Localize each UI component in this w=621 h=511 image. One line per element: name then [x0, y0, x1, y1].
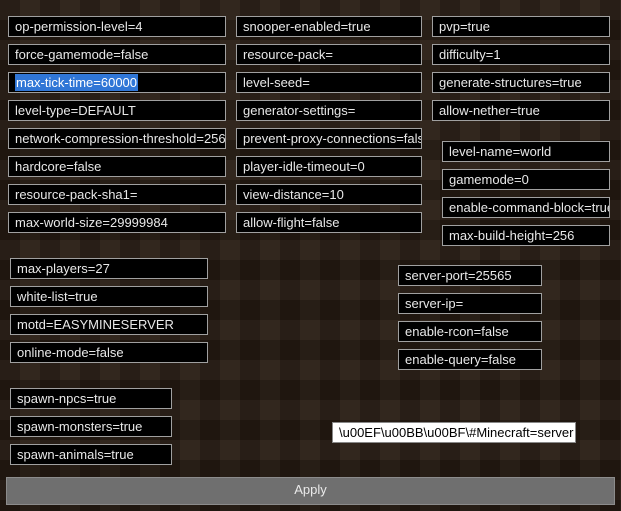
field-enable-query[interactable]: enable-query=false — [398, 349, 542, 370]
field-allow-flight[interactable]: allow-flight=false — [236, 212, 422, 233]
apply-button[interactable]: Apply — [6, 477, 615, 505]
field-hardcore[interactable]: hardcore=false — [8, 156, 226, 177]
field-allow-nether[interactable]: allow-nether=true — [432, 100, 610, 121]
field-snooper-enabled[interactable]: snooper-enabled=true — [236, 16, 422, 37]
field-online-mode[interactable]: online-mode=false — [10, 342, 208, 363]
field-spawn-npcs[interactable]: spawn-npcs=true — [10, 388, 172, 409]
field-pvp[interactable]: pvp=true — [432, 16, 610, 37]
field-white-list[interactable]: white-list=true — [10, 286, 208, 307]
field-raw-header[interactable]: \u00EF\u00BB\u00BF\#Minecraft=server prc — [332, 422, 576, 443]
field-max-players[interactable]: max-players=27 — [10, 258, 208, 279]
field-server-port[interactable]: server-port=25565 — [398, 265, 542, 286]
field-server-ip[interactable]: server-ip= — [398, 293, 542, 314]
field-max-tick-time[interactable]: max-tick-time=60000 — [8, 72, 226, 93]
field-spawn-monsters[interactable]: spawn-monsters=true — [10, 416, 172, 437]
field-level-type[interactable]: level-type=DEFAULT — [8, 100, 226, 121]
field-max-world-size[interactable]: max-world-size=29999984 — [8, 212, 226, 233]
field-network-compression-threshold[interactable]: network-compression-threshold=256 — [8, 128, 226, 149]
field-prevent-proxy-connections[interactable]: prevent-proxy-connections=fals — [236, 128, 422, 149]
field-generator-settings[interactable]: generator-settings= — [236, 100, 422, 121]
field-force-gamemode[interactable]: force-gamemode=false — [8, 44, 226, 65]
field-op-permission-level[interactable]: op-permission-level=4 — [8, 16, 226, 37]
field-level-seed[interactable]: level-seed= — [236, 72, 422, 93]
field-difficulty[interactable]: difficulty=1 — [432, 44, 610, 65]
field-enable-command-block[interactable]: enable-command-block=true — [442, 197, 610, 218]
field-spawn-animals[interactable]: spawn-animals=true — [10, 444, 172, 465]
field-max-build-height[interactable]: max-build-height=256 — [442, 225, 610, 246]
field-motd[interactable]: motd=EASYMINESERVER — [10, 314, 208, 335]
field-resource-pack[interactable]: resource-pack= — [236, 44, 422, 65]
field-gamemode[interactable]: gamemode=0 — [442, 169, 610, 190]
field-level-name[interactable]: level-name=world — [442, 141, 610, 162]
field-player-idle-timeout[interactable]: player-idle-timeout=0 — [236, 156, 422, 177]
field-resource-pack-sha1[interactable]: resource-pack-sha1= — [8, 184, 226, 205]
field-enable-rcon[interactable]: enable-rcon=false — [398, 321, 542, 342]
field-generate-structures[interactable]: generate-structures=true — [432, 72, 610, 93]
field-view-distance[interactable]: view-distance=10 — [236, 184, 422, 205]
